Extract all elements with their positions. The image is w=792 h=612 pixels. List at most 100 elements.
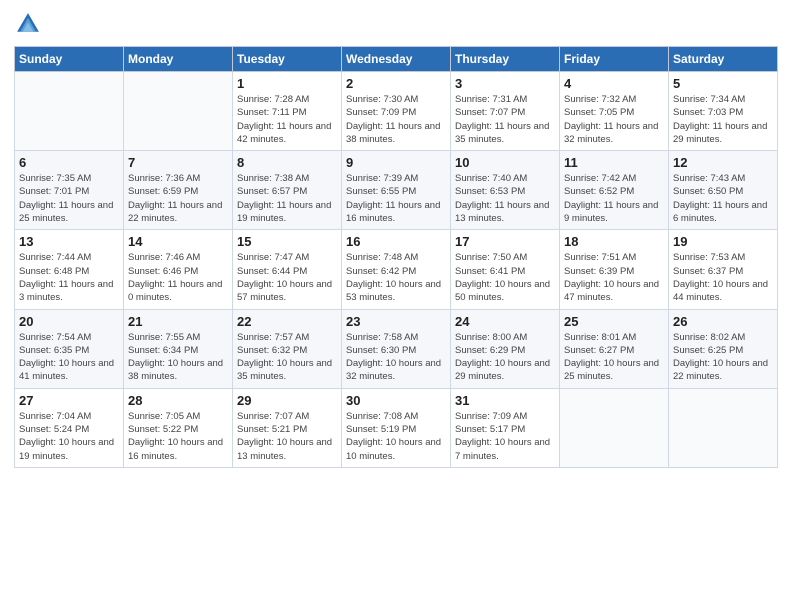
calendar-table: SundayMondayTuesdayWednesdayThursdayFrid… (14, 46, 778, 468)
calendar-cell: 29 Sunrise: 7:07 AMSunset: 5:21 PMDayligh… (233, 388, 342, 467)
calendar-cell: 20 Sunrise: 7:54 AMSunset: 6:35 PMDayligh… (15, 309, 124, 388)
calendar-cell: 12 Sunrise: 7:43 AMSunset: 6:50 PMDayligh… (669, 151, 778, 230)
day-number: 4 (564, 76, 664, 91)
day-info: Sunrise: 7:04 AMSunset: 5:24 PMDaylight:… (19, 410, 119, 463)
calendar-cell: 17 Sunrise: 7:50 AMSunset: 6:41 PMDayligh… (451, 230, 560, 309)
calendar-cell: 5Sunrise: 7:34 AMSunset: 7:03 PMDaylight… (669, 72, 778, 151)
day-info: Sunrise: 8:00 AMSunset: 6:29 PMDaylight:… (455, 331, 555, 384)
day-number: 26 (673, 314, 773, 329)
calendar-cell: 31 Sunrise: 7:09 AMSunset: 5:17 PMDayligh… (451, 388, 560, 467)
calendar-cell: 4 Sunrise: 7:32 AMSunset: 7:05 PMDaylight… (560, 72, 669, 151)
day-info: Sunrise: 7:38 AMSunset: 6:57 PMDaylight:… (237, 172, 337, 225)
day-number: 28 (128, 393, 228, 408)
day-number: 30 (346, 393, 446, 408)
day-info: Sunrise: 7:48 AMSunset: 6:42 PMDaylight:… (346, 251, 446, 304)
day-info: Sunrise: 7:31 AMSunset: 7:07 PMDaylight:… (455, 93, 555, 146)
day-header-saturday: Saturday (669, 47, 778, 72)
day-header-tuesday: Tuesday (233, 47, 342, 72)
day-header-monday: Monday (124, 47, 233, 72)
calendar-cell: 19Sunrise: 7:53 AMSunset: 6:37 PMDayligh… (669, 230, 778, 309)
calendar-cell: 25 Sunrise: 8:01 AMSunset: 6:27 PMDayligh… (560, 309, 669, 388)
day-info: Sunrise: 7:07 AMSunset: 5:21 PMDaylight:… (237, 410, 337, 463)
day-info: Sunrise: 7:47 AMSunset: 6:44 PMDaylight:… (237, 251, 337, 304)
calendar-cell: 9Sunrise: 7:39 AMSunset: 6:55 PMDaylight… (342, 151, 451, 230)
day-number: 27 (19, 393, 119, 408)
day-header-sunday: Sunday (15, 47, 124, 72)
day-info: Sunrise: 7:43 AMSunset: 6:50 PMDaylight:… (673, 172, 773, 225)
day-number: 31 (455, 393, 555, 408)
logo (14, 10, 46, 38)
calendar-cell (15, 72, 124, 151)
day-number: 13 (19, 234, 119, 249)
week-row-5: 27 Sunrise: 7:04 AMSunset: 5:24 PMDayligh… (15, 388, 778, 467)
day-info: Sunrise: 7:44 AMSunset: 6:48 PMDaylight:… (19, 251, 119, 304)
calendar-cell: 8 Sunrise: 7:38 AMSunset: 6:57 PMDaylight… (233, 151, 342, 230)
week-row-1: 1 Sunrise: 7:28 AMSunset: 7:11 PMDaylight… (15, 72, 778, 151)
day-info: Sunrise: 7:50 AMSunset: 6:41 PMDaylight:… (455, 251, 555, 304)
calendar-cell: 23 Sunrise: 7:58 AMSunset: 6:30 PMDayligh… (342, 309, 451, 388)
calendar-cell (669, 388, 778, 467)
day-info: Sunrise: 7:51 AMSunset: 6:39 PMDaylight:… (564, 251, 664, 304)
calendar-cell: 10Sunrise: 7:40 AMSunset: 6:53 PMDayligh… (451, 151, 560, 230)
day-header-wednesday: Wednesday (342, 47, 451, 72)
day-info: Sunrise: 7:54 AMSunset: 6:35 PMDaylight:… (19, 331, 119, 384)
day-info: Sunrise: 7:36 AMSunset: 6:59 PMDaylight:… (128, 172, 228, 225)
day-number: 5 (673, 76, 773, 91)
day-number: 16 (346, 234, 446, 249)
day-number: 17 (455, 234, 555, 249)
day-number: 20 (19, 314, 119, 329)
calendar-cell (560, 388, 669, 467)
day-number: 24 (455, 314, 555, 329)
day-info: Sunrise: 7:09 AMSunset: 5:17 PMDaylight:… (455, 410, 555, 463)
header (14, 10, 778, 38)
day-header-friday: Friday (560, 47, 669, 72)
day-info: Sunrise: 7:30 AMSunset: 7:09 PMDaylight:… (346, 93, 446, 146)
day-number: 14 (128, 234, 228, 249)
page: SundayMondayTuesdayWednesdayThursdayFrid… (0, 0, 792, 612)
day-info: Sunrise: 7:58 AMSunset: 6:30 PMDaylight:… (346, 331, 446, 384)
day-number: 1 (237, 76, 337, 91)
calendar-cell: 28 Sunrise: 7:05 AMSunset: 5:22 PMDayligh… (124, 388, 233, 467)
day-info: Sunrise: 8:01 AMSunset: 6:27 PMDaylight:… (564, 331, 664, 384)
day-number: 21 (128, 314, 228, 329)
calendar-cell: 14 Sunrise: 7:46 AMSunset: 6:46 PMDayligh… (124, 230, 233, 309)
day-info: Sunrise: 7:55 AMSunset: 6:34 PMDaylight:… (128, 331, 228, 384)
day-number: 29 (237, 393, 337, 408)
day-number: 18 (564, 234, 664, 249)
day-info: Sunrise: 7:32 AMSunset: 7:05 PMDaylight:… (564, 93, 664, 146)
day-info: Sunrise: 7:08 AMSunset: 5:19 PMDaylight:… (346, 410, 446, 463)
day-number: 3 (455, 76, 555, 91)
day-number: 11 (564, 155, 664, 170)
calendar-cell: 26 Sunrise: 8:02 AMSunset: 6:25 PMDayligh… (669, 309, 778, 388)
day-info: Sunrise: 7:40 AMSunset: 6:53 PMDaylight:… (455, 172, 555, 225)
day-info: Sunrise: 7:05 AMSunset: 5:22 PMDaylight:… (128, 410, 228, 463)
week-row-4: 20 Sunrise: 7:54 AMSunset: 6:35 PMDayligh… (15, 309, 778, 388)
day-info: Sunrise: 7:35 AMSunset: 7:01 PMDaylight:… (19, 172, 119, 225)
calendar-cell: 15 Sunrise: 7:47 AMSunset: 6:44 PMDayligh… (233, 230, 342, 309)
day-number: 15 (237, 234, 337, 249)
week-row-2: 6Sunrise: 7:35 AMSunset: 7:01 PMDaylight… (15, 151, 778, 230)
day-number: 12 (673, 155, 773, 170)
day-info: Sunrise: 7:46 AMSunset: 6:46 PMDaylight:… (128, 251, 228, 304)
calendar-cell: 6Sunrise: 7:35 AMSunset: 7:01 PMDaylight… (15, 151, 124, 230)
day-number: 2 (346, 76, 446, 91)
calendar-cell (124, 72, 233, 151)
day-info: Sunrise: 7:57 AMSunset: 6:32 PMDaylight:… (237, 331, 337, 384)
calendar-cell: 27 Sunrise: 7:04 AMSunset: 5:24 PMDayligh… (15, 388, 124, 467)
day-info: Sunrise: 7:28 AMSunset: 7:11 PMDaylight:… (237, 93, 337, 146)
day-header-thursday: Thursday (451, 47, 560, 72)
day-info: Sunrise: 8:02 AMSunset: 6:25 PMDaylight:… (673, 331, 773, 384)
day-number: 8 (237, 155, 337, 170)
calendar-cell: 30 Sunrise: 7:08 AMSunset: 5:19 PMDayligh… (342, 388, 451, 467)
calendar-cell: 3 Sunrise: 7:31 AMSunset: 7:07 PMDaylight… (451, 72, 560, 151)
day-number: 7 (128, 155, 228, 170)
calendar-cell: 13 Sunrise: 7:44 AMSunset: 6:48 PMDayligh… (15, 230, 124, 309)
day-number: 19 (673, 234, 773, 249)
day-number: 22 (237, 314, 337, 329)
day-number: 25 (564, 314, 664, 329)
logo-icon (14, 10, 42, 38)
header-row: SundayMondayTuesdayWednesdayThursdayFrid… (15, 47, 778, 72)
day-number: 23 (346, 314, 446, 329)
calendar-cell: 1 Sunrise: 7:28 AMSunset: 7:11 PMDaylight… (233, 72, 342, 151)
day-number: 9 (346, 155, 446, 170)
